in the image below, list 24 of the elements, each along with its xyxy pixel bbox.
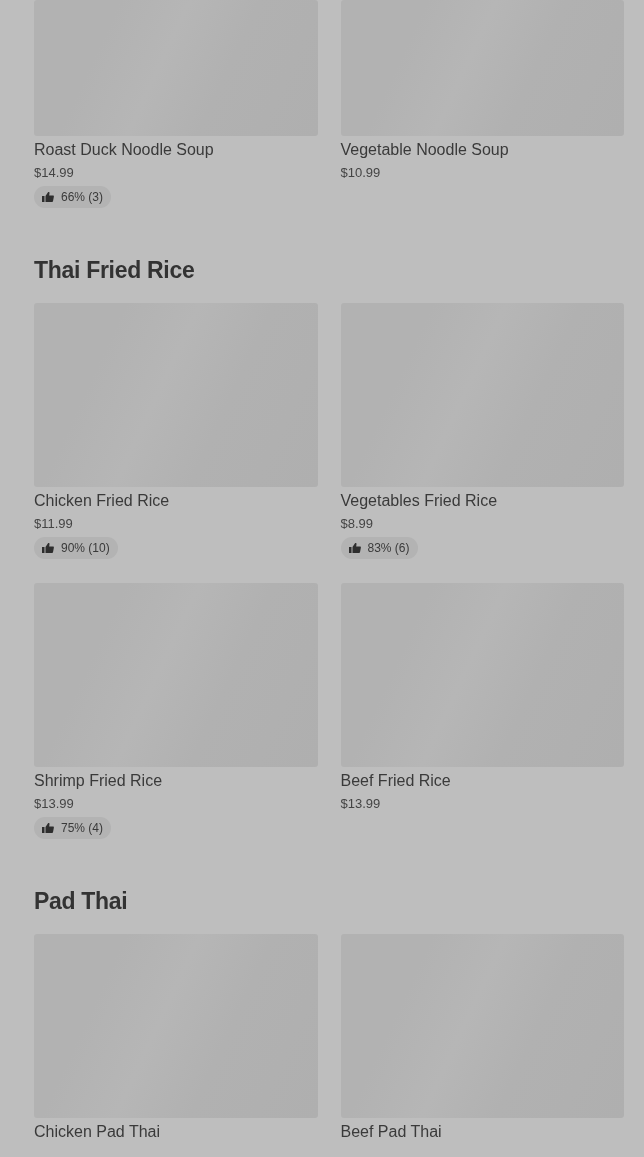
section-heading: Pad Thai: [34, 887, 129, 915]
thumbs-up-icon: [348, 542, 361, 554]
dish-price: $10.99: [340, 164, 381, 182]
dish-name: Beef Pad Thai: [340, 1122, 442, 1142]
dish-name: Beef Fried Rice: [340, 771, 451, 791]
dish-name: Vegetable Noodle Soup: [340, 140, 509, 160]
dish-name: Chicken Fried Rice: [34, 491, 170, 511]
dish-price: $13.99: [34, 795, 74, 813]
dish-price: $8.99: [340, 515, 374, 533]
dish-price: $11.99: [34, 515, 73, 533]
thumbs-up-icon: [42, 191, 54, 203]
rating-badge: 90% (10): [34, 537, 118, 559]
thumbs-up-icon: [42, 542, 54, 554]
dish-name: Vegetables Fried Rice: [340, 491, 498, 511]
rating-badge: 83% (6): [340, 537, 418, 559]
dish-name: Shrimp Fried Rice: [34, 771, 163, 791]
dish-name: Chicken Pad Thai: [34, 1122, 160, 1142]
dish-name: Roast Duck Noodle Soup: [34, 140, 214, 160]
rating-badge: 75% (4): [34, 817, 112, 839]
section-heading: Thai Fried Rice: [34, 256, 196, 284]
dish-price: $13.99: [340, 795, 381, 813]
thumbs-up-icon: [42, 822, 54, 834]
dish-price: $14.99: [34, 164, 74, 182]
rating-badge: 66% (3): [34, 186, 112, 208]
